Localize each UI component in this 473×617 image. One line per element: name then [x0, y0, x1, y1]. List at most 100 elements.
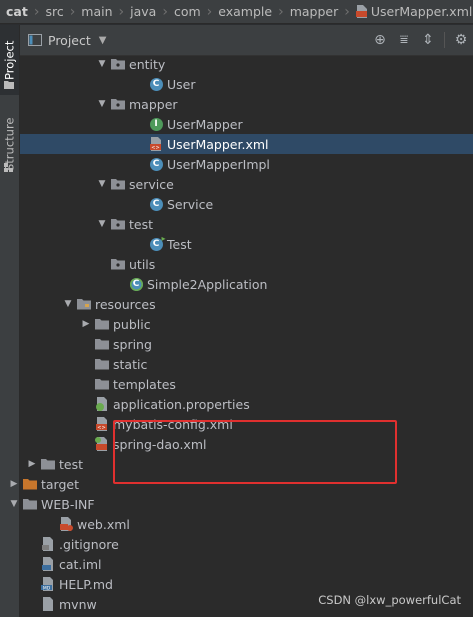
breadcrumb-item-com[interactable]: com [174, 4, 201, 19]
resources-folder-icon [76, 296, 92, 312]
breadcrumb-item-src[interactable]: src [45, 4, 63, 19]
chevron-down-icon[interactable]: ▼ [96, 179, 108, 189]
breadcrumb-separator: › [278, 3, 284, 20]
tree-item-label: static [113, 356, 148, 372]
tree-item-label: WEB-INF [41, 496, 95, 512]
tree-item[interactable]: static [20, 354, 473, 374]
structure-icon [4, 163, 13, 172]
highlight-box [113, 420, 397, 484]
package-icon [110, 176, 126, 192]
tree-item-label: cat.iml [59, 556, 102, 572]
tree-item-label: templates [113, 376, 176, 392]
panel-header-actions: ⊕ ⩸ ⇕ ⚙ [372, 32, 469, 48]
tree-item[interactable]: .gitignore [20, 534, 473, 554]
tree-item[interactable]: <> UserMapper.xml [20, 134, 473, 154]
tree-item-label: utils [129, 256, 156, 272]
svg-text:<>: <> [151, 145, 159, 151]
tree-item-label: mvnw [59, 596, 97, 612]
tree-item-label: HELP.md [59, 576, 113, 592]
breadcrumb-separator: › [69, 3, 76, 20]
tree-item-label: UserMapper.xml [167, 136, 269, 152]
project-panel-title: Project [48, 32, 91, 48]
tree-item[interactable]: ▼ WEB-INF [11, 494, 473, 514]
tree-item[interactable]: ▼ service [20, 174, 473, 194]
chevron-down-icon[interactable]: ▼ [96, 59, 108, 69]
xml-file-icon: <> [94, 416, 110, 432]
tree-item[interactable]: ▼ entity [20, 54, 473, 74]
tree-item[interactable]: ▼ mapper [20, 94, 473, 114]
locate-icon[interactable]: ⊕ [372, 32, 388, 48]
file-icon [40, 596, 56, 612]
watermark: CSDN @lxw_powerfulCat [318, 593, 461, 607]
tree-item-label: public [113, 316, 151, 332]
tree-item-label: Simple2Application [147, 276, 268, 292]
package-icon [110, 56, 126, 72]
project-panel: Project ▼ ⊕ ⩸ ⇕ ⚙ ▼ entity C User ▼ mapper I Us… [11, 25, 473, 617]
breadcrumb-separator: › [344, 3, 350, 20]
tree-item[interactable]: utils [20, 254, 473, 274]
gear-icon[interactable]: ⚙ [453, 32, 469, 48]
chevron-down-icon[interactable]: ▼ [99, 35, 107, 46]
chevron-right-icon[interactable]: ▶ [80, 319, 92, 329]
tree-item-label: entity [129, 56, 166, 72]
spring-xml-file-icon [94, 436, 110, 452]
svg-text:<>: <> [97, 425, 105, 431]
tree-item-label: Test [167, 236, 192, 252]
tree-item-label: UserMapper [167, 116, 243, 132]
breadcrumb-item-mapper[interactable]: mapper [290, 4, 339, 19]
tree-item[interactable]: C User [20, 74, 473, 94]
tree-item[interactable]: spring [20, 334, 473, 354]
collapse-all-icon[interactable]: ⇕ [420, 32, 436, 48]
runnable-class-icon: C ▸ [148, 234, 166, 252]
tree-item-label: test [129, 216, 154, 232]
tree-item[interactable]: templates [20, 374, 473, 394]
package-icon [110, 256, 126, 272]
folder-icon [94, 316, 110, 332]
markdown-file-icon: MD [40, 576, 56, 592]
tree-item[interactable]: MD HELP.md [20, 574, 473, 594]
tree-item-label: resources [95, 296, 156, 312]
tree-item[interactable]: C ▸ Test [20, 234, 473, 254]
tree-item[interactable]: C Service [20, 194, 473, 214]
breadcrumb-item-file[interactable]: UserMapper.xml [355, 4, 473, 19]
folder-icon [40, 456, 56, 472]
folder-icon [4, 81, 14, 89]
breadcrumb-separator: › [206, 3, 213, 20]
header-divider [444, 32, 445, 48]
tree-item[interactable]: web.xml [20, 514, 473, 534]
spring-class-icon: C [128, 276, 144, 292]
breadcrumb-item-main[interactable]: main [81, 4, 112, 19]
tree-item[interactable]: C UserMapperImpl [20, 154, 473, 174]
tree-item-label: mapper [129, 96, 178, 112]
breadcrumb-item-example[interactable]: example [218, 4, 272, 19]
chevron-down-icon[interactable]: ▼ [62, 299, 74, 309]
tree-item[interactable]: ▼ test [20, 214, 473, 234]
breadcrumb-item-java[interactable]: java [130, 4, 156, 19]
chevron-right-icon[interactable]: ▶ [26, 459, 38, 469]
chevron-down-icon[interactable]: ▼ [96, 99, 108, 109]
package-icon [110, 216, 126, 232]
tree-item-label: UserMapperImpl [167, 156, 270, 172]
tree-item[interactable]: cat.iml [20, 554, 473, 574]
breadcrumb-separator: › [118, 3, 125, 20]
expand-all-icon[interactable]: ⩸ [396, 32, 412, 48]
chevron-right-icon[interactable]: ▶ [8, 479, 20, 489]
package-icon [110, 96, 126, 112]
class-icon: C [148, 76, 164, 92]
breadcrumb-separator: › [162, 3, 168, 20]
chevron-down-icon[interactable]: ▼ [8, 499, 20, 509]
chevron-down-icon[interactable]: ▼ [96, 219, 108, 229]
tree-item[interactable]: ▼ resources [20, 294, 473, 314]
tree-item[interactable]: application.properties [20, 394, 473, 414]
tree-item[interactable]: I UserMapper [20, 114, 473, 134]
tree-item[interactable]: C Simple2Application [20, 274, 473, 294]
project-panel-header: Project ▼ ⊕ ⩸ ⇕ ⚙ [20, 25, 473, 56]
gitignore-file-icon [40, 536, 56, 552]
breadcrumb-item-project[interactable]: cat [6, 4, 28, 19]
xml-file-icon [355, 5, 367, 18]
tree-item[interactable]: ▶ public [20, 314, 473, 334]
breadcrumb-file-label: UserMapper.xml [370, 4, 473, 19]
project-view-icon [28, 34, 42, 46]
iml-file-icon [40, 556, 56, 572]
folder-icon [94, 356, 110, 372]
